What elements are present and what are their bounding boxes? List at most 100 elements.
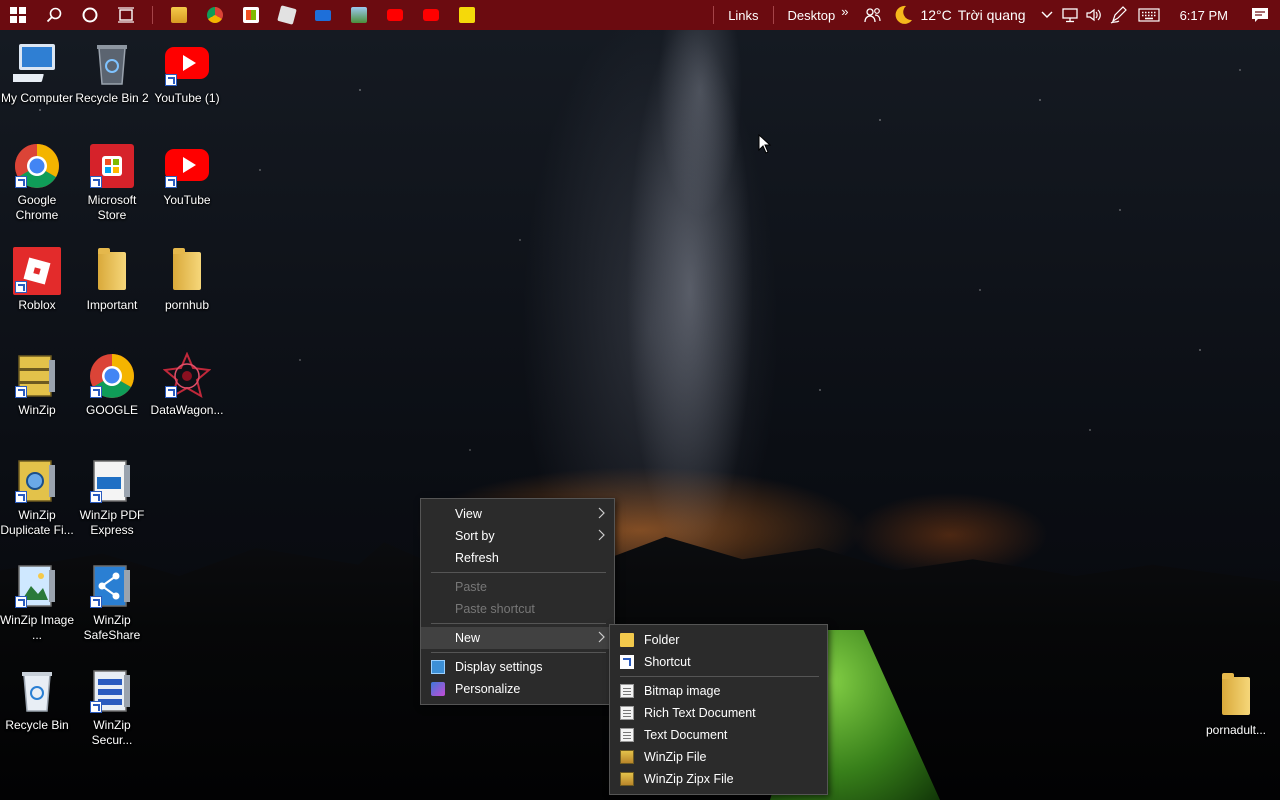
new-item-text-document[interactable]: Text Document	[610, 724, 827, 746]
people-button[interactable]	[858, 0, 888, 30]
new-item-winzip-zipx-file[interactable]: WinZip Zipx File	[610, 768, 827, 790]
shortcut-arrow-icon	[15, 596, 27, 608]
toolbar-overflow-icon[interactable]: »	[841, 4, 858, 19]
menu-separator	[431, 623, 606, 624]
desktop-icon-youtube-1[interactable]: YouTube (1)	[149, 40, 225, 106]
desktop-icon-winzip-secure[interactable]: WinZip Secur...	[74, 667, 150, 748]
search-button[interactable]	[36, 0, 72, 30]
pinned-chrome[interactable]	[197, 0, 233, 30]
pinned-photos[interactable]	[341, 0, 377, 30]
menu-item-label: View	[455, 507, 482, 521]
menu-item-label: Paste	[455, 580, 487, 594]
menu-item-new[interactable]: New	[421, 627, 614, 649]
taskbar-separator	[713, 6, 715, 24]
shortcut-arrow-icon	[15, 491, 27, 503]
pinned-youtube-2[interactable]	[413, 0, 449, 30]
start-button[interactable]	[0, 0, 36, 30]
menu-item-display-settings[interactable]: Display settings	[421, 656, 614, 678]
file-explorer-icon	[171, 7, 187, 23]
pinned-app-blue[interactable]	[305, 0, 341, 30]
winzip-icon	[13, 352, 61, 400]
links-toolbar[interactable]: Links	[722, 8, 764, 23]
desktop-icon-microsoft-store[interactable]: Microsoft Store	[74, 142, 150, 223]
rich-text-icon	[620, 706, 634, 720]
desktop-icon-recycle-bin[interactable]: Recycle Bin	[0, 667, 75, 733]
desktop-icon-winzip-duplicate-finder[interactable]: WinZip Duplicate Fi...	[0, 457, 75, 538]
desktop-context-menu: View Sort by Refresh Paste Paste shortcu…	[420, 498, 615, 705]
show-hidden-icons-button[interactable]	[1036, 0, 1058, 30]
pinned-youtube-1[interactable]	[377, 0, 413, 30]
people-icon	[864, 8, 882, 23]
desktop-icon-label: WinZip Duplicate Fi...	[0, 508, 74, 537]
desktop-icon-pornhub[interactable]: pornhub	[149, 247, 225, 313]
menu-item-label: Refresh	[455, 551, 499, 565]
pen-workspace-button[interactable]	[1106, 0, 1132, 30]
desktop-icon-google[interactable]: GOOGLE	[74, 352, 150, 418]
desktop-icon-recycle-bin-2[interactable]: Recycle Bin 2	[74, 40, 150, 106]
youtube-icon	[423, 9, 439, 21]
menu-separator	[620, 676, 819, 677]
network-icon	[1061, 8, 1078, 23]
desktop-icon-datawagon[interactable]: DataWagon...	[149, 352, 225, 418]
menu-item-label: Bitmap image	[644, 684, 721, 698]
winzip-zipx-icon	[620, 772, 634, 786]
taskbar-clock[interactable]: 6:17 PM	[1166, 8, 1240, 23]
desktop-icon-my-computer[interactable]: My Computer	[0, 40, 75, 106]
menu-item-refresh[interactable]: Refresh	[421, 547, 614, 569]
new-item-shortcut[interactable]: Shortcut	[610, 651, 827, 673]
action-center-button[interactable]	[1240, 0, 1280, 30]
desktop-icon-winzip-safeshare[interactable]: WinZip SafeShare	[74, 562, 150, 643]
desktop-icon-label: Microsoft Store	[87, 193, 137, 222]
desktop-icon-label: DataWagon...	[150, 403, 224, 417]
desktop-icon-pornadult[interactable]: pornadult...	[1198, 672, 1274, 738]
menu-item-label: WinZip Zipx File	[644, 772, 734, 786]
desktop-icon-winzip[interactable]: WinZip	[0, 352, 75, 418]
desktop-icon-label: WinZip Image ...	[0, 613, 75, 642]
menu-separator	[431, 652, 606, 653]
desktop-icon-label: My Computer	[0, 91, 74, 105]
task-view-button[interactable]	[108, 0, 144, 30]
desktop-icon-youtube[interactable]: YouTube	[149, 142, 225, 208]
new-item-bitmap-image[interactable]: Bitmap image	[610, 680, 827, 702]
new-item-folder[interactable]: Folder	[610, 629, 827, 651]
pinned-roblox[interactable]	[269, 0, 305, 30]
shortcut-icon	[620, 655, 634, 669]
volume-button[interactable]	[1082, 0, 1106, 30]
desktop-icon-winzip-pdf-express[interactable]: WinZip PDF Express	[74, 457, 150, 538]
desktop-icon-roblox[interactable]: Roblox	[0, 247, 75, 313]
windows-icon	[10, 7, 26, 23]
network-button[interactable]	[1058, 0, 1082, 30]
taskbar-separator	[772, 6, 774, 24]
shortcut-arrow-icon	[90, 176, 102, 188]
task-view-icon	[118, 7, 134, 23]
shortcut-arrow-icon	[165, 74, 177, 86]
new-item-rich-text-document[interactable]: Rich Text Document	[610, 702, 827, 724]
cortana-button[interactable]	[72, 0, 108, 30]
desktop-icon-label: Important	[86, 298, 138, 312]
touch-keyboard-button[interactable]	[1132, 0, 1166, 30]
pinned-file-explorer[interactable]	[161, 0, 197, 30]
new-item-winzip-file[interactable]: WinZip File	[610, 746, 827, 768]
menu-item-label: Rich Text Document	[644, 706, 756, 720]
taskbar: Links Desktop » 12°C Trời quang 6:17 PM	[0, 0, 1280, 30]
desktop-icon-google-chrome[interactable]: Google Chrome	[0, 142, 75, 223]
search-icon	[46, 7, 62, 23]
shortcut-arrow-icon	[15, 281, 27, 293]
menu-item-label: New	[455, 631, 481, 645]
chevron-right-icon	[598, 529, 605, 541]
pinned-store[interactable]	[233, 0, 269, 30]
menu-item-personalize[interactable]: Personalize	[421, 678, 614, 700]
volume-icon	[1085, 8, 1101, 22]
notifications-icon	[1252, 8, 1268, 22]
desktop-toolbar[interactable]: Desktop	[782, 8, 842, 23]
pen-icon	[1110, 6, 1127, 24]
desktop-icon-important[interactable]: Important	[74, 247, 150, 313]
weather-widget[interactable]: 12°C Trời quang	[888, 0, 1035, 30]
menu-item-sort-by[interactable]: Sort by	[421, 525, 614, 547]
menu-item-view[interactable]: View	[421, 503, 614, 525]
pinned-sticky-notes[interactable]	[449, 0, 485, 30]
desktop-icon-label: WinZip Secur...	[91, 718, 133, 747]
desktop-icon-winzip-image-manager[interactable]: WinZip Image ...	[0, 562, 75, 643]
shortcut-arrow-icon	[15, 386, 27, 398]
menu-item-label: Paste shortcut	[455, 602, 535, 616]
